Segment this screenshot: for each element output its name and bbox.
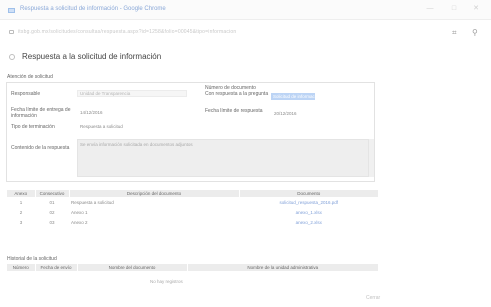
table-row: 2 02 Anexo 1 anexo_1.xlsx	[7, 207, 379, 217]
column-header: Descripción del documento	[69, 190, 240, 197]
anexo-cell: 1	[19, 199, 23, 205]
consecutivo-cell: 03	[49, 219, 55, 225]
delivery-date-field: 14/12/2016	[80, 110, 103, 115]
response-content-textarea[interactable]: Se envía información solicitada en docum…	[77, 139, 369, 177]
translate-icon[interactable]: ⌗	[452, 28, 457, 38]
field-label: Con respuesta a la pregunta	[205, 91, 269, 97]
field-label: Tipo de terminación	[11, 124, 55, 130]
lock-icon[interactable]	[9, 30, 14, 34]
column-header: Número	[7, 264, 36, 271]
column-header: Nombre de la unidad administrativa	[187, 264, 379, 271]
field-label: Responsable	[11, 91, 41, 97]
close-button[interactable]: ✕	[470, 4, 482, 14]
minimize-button[interactable]: —	[424, 4, 436, 14]
close-link[interactable]: Cerrar	[366, 295, 380, 301]
document-link[interactable]: anexo_2.xlsx	[239, 217, 379, 227]
empty-message: No hay registros	[150, 279, 183, 284]
page-header: Respuesta a la solicitud de información	[0, 50, 491, 64]
termination-type-field: Respuesta a solicitud	[80, 124, 123, 129]
url-field[interactable]: itsbg.gob.mx/solicitudes/consultas/respu…	[18, 29, 236, 35]
description-cell: Respuesta a solicitud	[71, 199, 114, 205]
document-link[interactable]: solicitud_respuesta_2016.pdf	[239, 197, 379, 207]
window-title: Respuesta a solicitud de información - G…	[20, 6, 166, 12]
history-table: Número Fecha de envío Nombre del documen…	[7, 264, 379, 271]
history-section-label: Historial de la solicitud	[7, 256, 57, 262]
maximize-button[interactable]: □	[448, 4, 460, 14]
responsable-field: Unidad de Transparencia	[77, 90, 187, 97]
request-section-label: Atención de solicitud	[7, 74, 53, 80]
column-header: Fecha de envío	[35, 264, 78, 271]
consecutivo-cell: 02	[49, 209, 55, 215]
document-link[interactable]: anexo_1.xlsx	[239, 207, 379, 217]
response-to-field[interactable]: Solicitud de información	[271, 93, 321, 100]
field-label: Fecha límite de respuesta	[205, 108, 263, 114]
column-header: Nombre del documento	[77, 264, 188, 271]
request-panel: Responsable Unidad de Transparencia Fech…	[6, 82, 375, 182]
browser-titlebar: Respuesta a solicitud de información - G…	[0, 0, 491, 20]
textarea-scrollbar[interactable]	[369, 139, 374, 177]
consecutivo-cell: 01	[49, 199, 55, 205]
anexo-cell: 2	[19, 209, 23, 215]
attachments-table: Anexo Consecutivo Descripción del docume…	[7, 190, 379, 227]
column-header: Documento	[239, 190, 379, 197]
table-row: 1 01 Respuesta a solicitud solicitud_res…	[7, 197, 379, 207]
table-header-row: Anexo Consecutivo Descripción del docume…	[7, 190, 379, 197]
field-label: Contenido de la respuesta	[11, 145, 70, 151]
description-cell: Anexo 1	[71, 209, 88, 215]
description-cell: Anexo 2	[71, 219, 88, 225]
field-label: Fecha límite de entrega de información	[11, 107, 71, 119]
page-favicon-icon	[8, 8, 15, 13]
column-header: Consecutivo	[35, 190, 70, 197]
table-row: 3 03 Anexo 2 anexo_2.xlsx	[7, 217, 379, 227]
zoom-icon[interactable]: ⚲	[472, 28, 478, 37]
response-date-field: 20/12/2016	[274, 111, 297, 116]
response-content-text: Se envía información solicitada en docum…	[80, 142, 193, 147]
address-bar: itsbg.gob.mx/solicitudes/consultas/respu…	[0, 21, 491, 43]
column-header: Anexo	[7, 190, 36, 197]
radio-icon[interactable]	[9, 54, 15, 60]
anexo-cell: 3	[19, 219, 23, 225]
table-header-row: Número Fecha de envío Nombre del documen…	[7, 264, 379, 271]
page-title: Respuesta a la solicitud de información	[22, 52, 162, 61]
